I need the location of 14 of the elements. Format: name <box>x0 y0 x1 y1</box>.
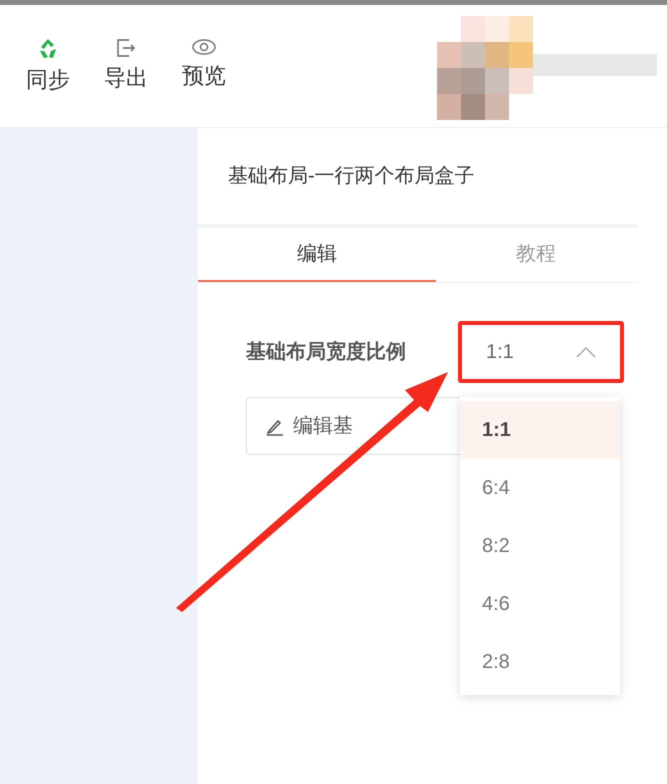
dropdown-option[interactable]: 2:8 <box>460 633 620 691</box>
export-icon <box>115 36 137 58</box>
dropdown-option[interactable]: 4:6 <box>460 575 620 633</box>
toolbar-button[interactable]: 同步 <box>26 36 70 96</box>
panel-title: 基础布局-一行两个布局盒子 <box>198 128 638 228</box>
eye-icon <box>191 36 217 56</box>
field-label: 基础布局宽度比例 <box>246 340 407 365</box>
toolbar-button[interactable]: 导出 <box>104 36 148 96</box>
dropdown-option[interactable]: 6:4 <box>460 459 620 517</box>
dropdown-option[interactable]: 1:1 <box>460 401 620 459</box>
tab[interactable]: 编辑 <box>198 228 436 282</box>
chevron-up-icon <box>576 346 596 358</box>
dropdown-option[interactable]: 8:2 <box>460 517 620 575</box>
toolbar-button[interactable]: 预览 <box>182 36 226 96</box>
